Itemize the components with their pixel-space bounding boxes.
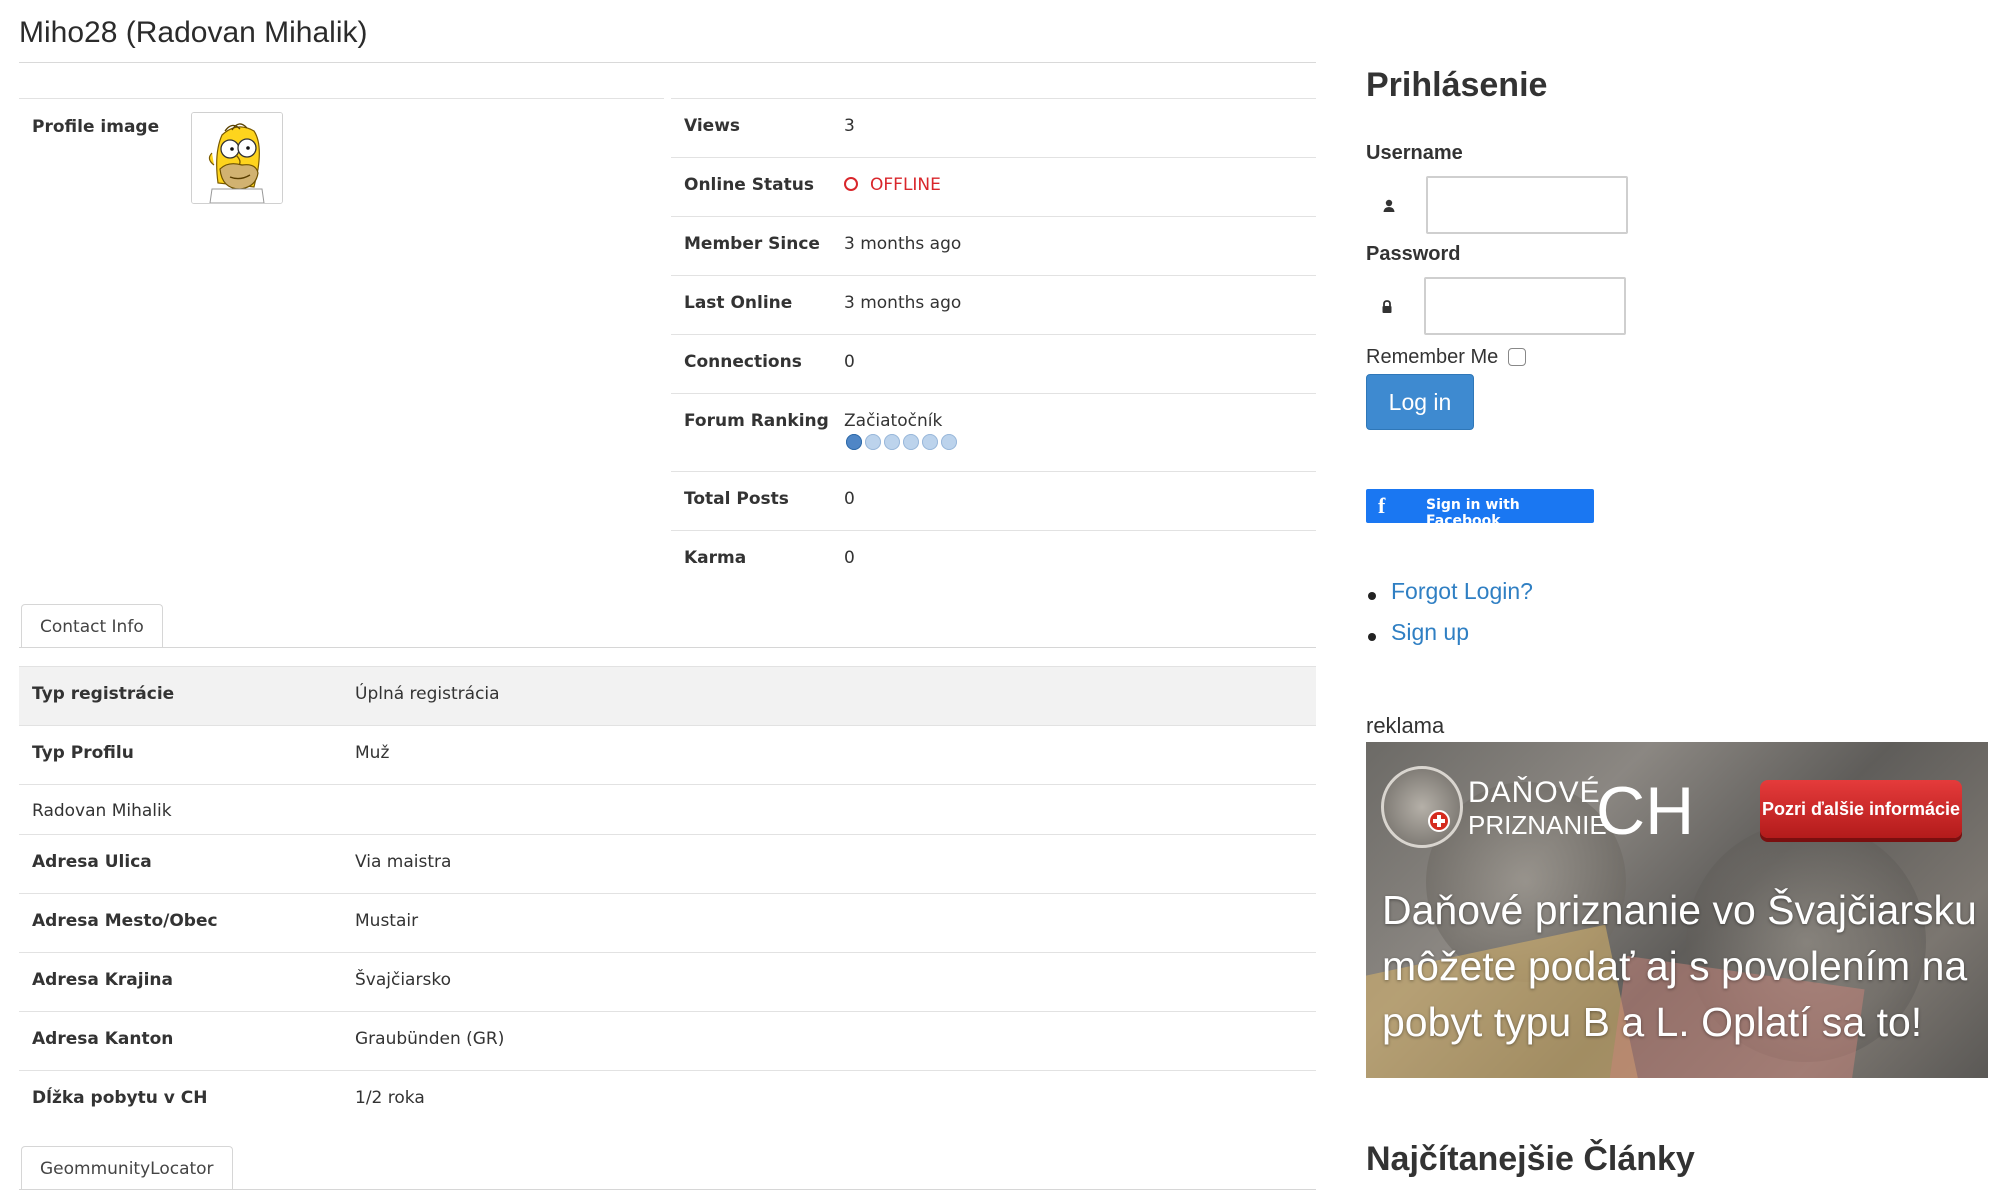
remember-me-label: Remember Me xyxy=(1366,346,1499,368)
sign-up-link[interactable]: Sign up xyxy=(1391,619,1469,645)
ad-brand-line1: DAŇOVÉ xyxy=(1468,776,1601,809)
ad-brand-ch: CH xyxy=(1596,773,1695,849)
stat-label: Online Status xyxy=(684,175,814,195)
tab-geommunity-locator[interactable]: GeommunityLocator xyxy=(21,1146,233,1190)
stat-row-forum-ranking: Forum Ranking Začiatočník xyxy=(671,393,1316,471)
username-input[interactable] xyxy=(1426,176,1628,234)
row-label: Adresa Mesto/Obec xyxy=(32,911,218,931)
contact-info-table: Typ registrácie Úplná registrácia Typ Pr… xyxy=(19,666,1316,1129)
row-label: Adresa Kanton xyxy=(32,1029,174,1049)
ad-banner[interactable]: DAŇOVÉ PRIZNANIE CH Pozri ďalšie informá… xyxy=(1366,742,1988,1078)
table-row: Adresa Ulica Via maistra xyxy=(19,834,1316,893)
password-label: Password xyxy=(1366,243,1461,265)
tab-divider xyxy=(19,1189,1316,1190)
row-label: Typ registrácie xyxy=(32,684,175,704)
stat-row-views: Views 3 xyxy=(671,98,1316,157)
stat-value: 3 xyxy=(844,116,855,136)
remember-me-checkbox[interactable] xyxy=(1508,348,1526,366)
swiss-cross-icon xyxy=(1428,810,1450,832)
stat-value: Začiatočník xyxy=(844,411,943,431)
row-value: Graubünden (GR) xyxy=(355,1029,505,1049)
username-label: Username xyxy=(1366,142,1463,164)
row-value: Muž xyxy=(355,743,390,763)
row-label: Radovan Mihalik xyxy=(32,801,172,821)
list-item: Forgot Login? xyxy=(1366,578,1533,619)
rank-dot xyxy=(903,434,919,450)
stat-row-last-online: Last Online 3 months ago xyxy=(671,275,1316,334)
table-row: Adresa Mesto/Obec Mustair xyxy=(19,893,1316,952)
stat-row-karma: Karma 0 xyxy=(671,530,1316,589)
forgot-login-link[interactable]: Forgot Login? xyxy=(1391,578,1533,604)
ad-cta-button[interactable]: Pozri ďalšie informácie xyxy=(1760,780,1962,838)
table-row: Dĺžka pobytu v CH 1/2 roka xyxy=(19,1070,1316,1129)
stat-value: 0 xyxy=(844,548,855,568)
rank-dot xyxy=(922,434,938,450)
forum-rank-dots xyxy=(846,434,960,454)
row-label: Dĺžka pobytu v CH xyxy=(32,1088,208,1108)
facebook-signin-button[interactable]: f Sign in with Facebook xyxy=(1366,489,1594,529)
coin-logo-icon xyxy=(1381,766,1463,848)
table-row: Typ Profilu Muž xyxy=(19,725,1316,784)
table-row: Adresa Kanton Graubünden (GR) xyxy=(19,1011,1316,1070)
row-label: Adresa Ulica xyxy=(32,852,152,872)
rank-dot xyxy=(941,434,957,450)
stat-label: Karma xyxy=(684,548,747,568)
row-value: Mustair xyxy=(355,911,419,931)
profile-image-panel: Profile image xyxy=(19,98,664,204)
rank-dot xyxy=(846,434,862,450)
page-title: Miho28 (Radovan Mihalik) xyxy=(19,16,368,49)
login-links: Forgot Login? Sign up xyxy=(1366,578,1533,660)
login-heading: Prihlásenie xyxy=(1366,66,1548,104)
row-value: 1/2 roka xyxy=(355,1088,425,1108)
stat-value: 3 months ago xyxy=(844,234,962,254)
row-value: Via maistra xyxy=(355,852,452,872)
login-button[interactable]: Log in xyxy=(1366,374,1474,430)
stat-label: Connections xyxy=(684,352,802,372)
table-row: Typ registrácie Úplná registrácia xyxy=(19,666,1316,725)
popular-articles-heading: Najčítanejšie Články xyxy=(1366,1140,1695,1178)
profile-image-label: Profile image xyxy=(32,117,160,137)
rank-dot xyxy=(865,434,881,450)
rank-dot xyxy=(884,434,900,450)
avatar[interactable] xyxy=(191,112,283,204)
list-item: Sign up xyxy=(1366,619,1533,660)
status-badge: OFFLINE xyxy=(844,175,941,195)
facebook-button-label: Sign in with Facebook xyxy=(1426,497,1520,529)
row-label: Typ Profilu xyxy=(32,743,134,763)
stat-row-connections: Connections 0 xyxy=(671,334,1316,393)
ad-brand-line2: PRIZNANIE xyxy=(1468,810,1607,840)
password-input[interactable] xyxy=(1424,277,1626,335)
ad-headline: Daňové priznanie vo Švajčiarsku môžete p… xyxy=(1382,887,1977,1045)
stat-label: Views xyxy=(684,116,741,136)
stat-value: 0 xyxy=(844,489,855,509)
ad-label: reklama xyxy=(1366,713,1445,738)
row-label: Adresa Krajina xyxy=(32,970,174,990)
tab-divider xyxy=(19,647,1316,648)
row-value: Úplná registrácia xyxy=(355,684,500,704)
offline-circle-icon xyxy=(844,177,858,191)
stat-row-total-posts: Total Posts 0 xyxy=(671,471,1316,530)
stat-row-member-since: Member Since 3 months ago xyxy=(671,216,1316,275)
table-row: Adresa Krajina Švajčiarsko xyxy=(19,952,1316,1011)
stat-label: Last Online xyxy=(684,293,793,313)
row-value: Švajčiarsko xyxy=(355,970,451,990)
user-icon xyxy=(1383,199,1395,212)
profile-stats-table: Views 3 Online Status OFFLINE Member Sin… xyxy=(671,98,1316,589)
facebook-icon: f xyxy=(1378,493,1386,518)
title-divider xyxy=(19,62,1316,63)
homer-avatar-icon xyxy=(192,113,282,203)
status-text: OFFLINE xyxy=(870,175,941,195)
stat-label: Member Since xyxy=(684,234,820,254)
stat-value: 3 months ago xyxy=(844,293,962,313)
stat-row-online-status: Online Status OFFLINE xyxy=(671,157,1316,216)
table-row: Radovan Mihalik xyxy=(19,784,1316,834)
stat-value: 0 xyxy=(844,352,855,372)
stat-label: Forum Ranking xyxy=(684,411,829,431)
tab-contact-info[interactable]: Contact Info xyxy=(21,604,163,648)
lock-icon xyxy=(1382,300,1392,313)
stat-label: Total Posts xyxy=(684,489,789,509)
